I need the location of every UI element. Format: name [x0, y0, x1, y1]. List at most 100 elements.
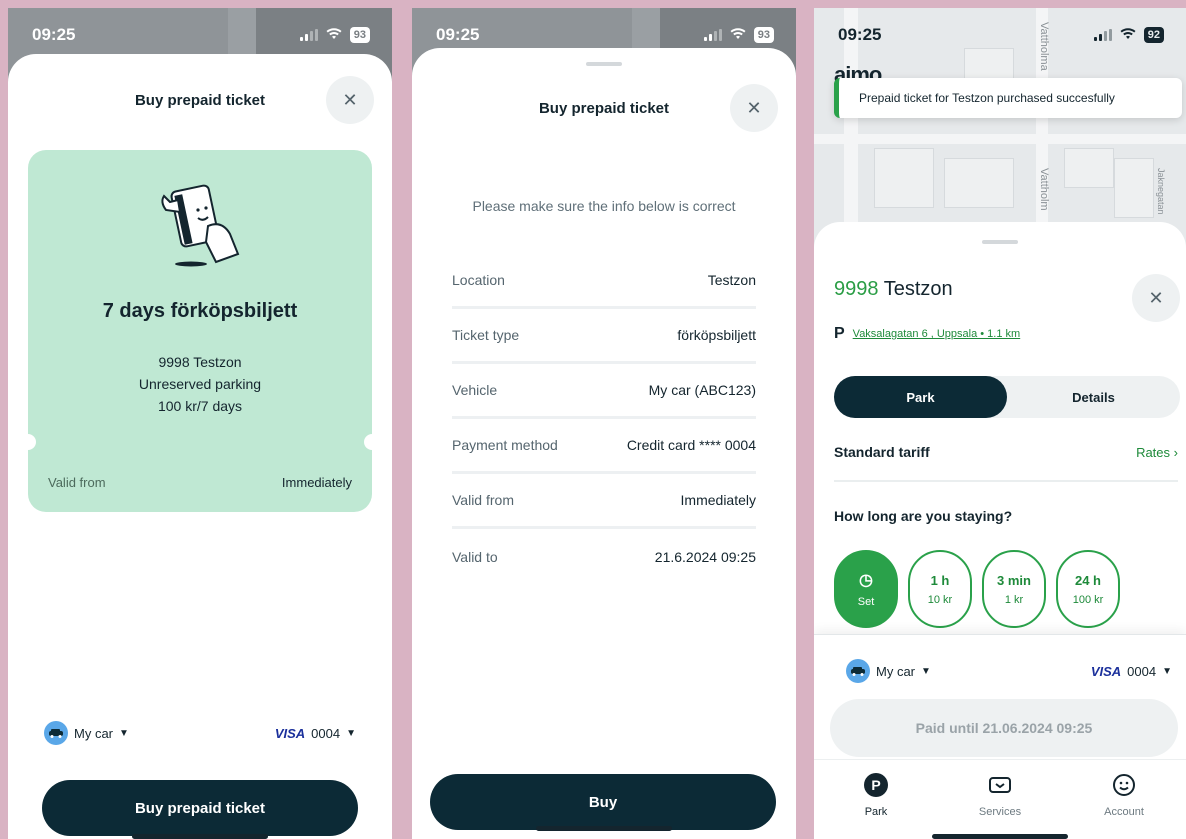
chevron-down-icon: ▼ — [921, 665, 931, 677]
summary-row-vehicle: Vehicle My car (ABC123) — [452, 364, 756, 419]
zone-title: 9998 Testzon — [834, 278, 953, 301]
row-value: My car (ABC123) — [648, 382, 756, 398]
summary-row-ticket-type: Ticket type förköpsbiljett — [452, 309, 756, 364]
battery-icon: 93 — [349, 27, 370, 43]
duration-time: 3 min — [997, 572, 1031, 588]
close-icon: ✕ — [1148, 287, 1164, 308]
duration-option[interactable]: 1 h 10 kr — [908, 550, 972, 628]
summary-row-valid-from: Valid from Immediately — [452, 474, 756, 529]
duration-price: 100 kr — [1072, 593, 1104, 606]
home-indicator — [932, 834, 1068, 839]
park-details-toggle: Park Details — [834, 376, 1180, 418]
screen-buy-prepaid: 09:25 93 Buy prepaid ticket ✕ 7 days för… — [8, 8, 392, 839]
summary-row-location: Location Testzon — [452, 254, 756, 309]
zone-sheet: 9998 Testzon ✕ P Vaksalagatan 6 , Uppsal… — [814, 222, 1186, 839]
wifi-icon — [730, 25, 746, 45]
ticket-summary: Location Testzon Ticket type förköpsbilj… — [452, 254, 756, 584]
battery-icon: 93 — [753, 27, 774, 43]
car-icon — [44, 721, 68, 745]
parking-icon: P — [863, 772, 889, 798]
vehicle-selector[interactable]: My car ▼ — [44, 721, 129, 745]
close-button[interactable]: ✕ — [1132, 274, 1180, 322]
payment-selector-row: My car ▼ VISA 0004 ▼ — [846, 659, 1172, 683]
zone-address: P Vaksalagatan 6 , Uppsala • 1.1 km — [834, 325, 1020, 343]
card-last4: 0004 — [311, 725, 341, 741]
nav-label: Park — [864, 805, 888, 818]
signal-icon — [703, 29, 722, 41]
vehicle-selector[interactable]: My car ▼ — [846, 659, 931, 683]
close-icon: ✕ — [342, 89, 358, 110]
row-label: Valid to — [452, 548, 498, 565]
visa-logo: VISA — [1090, 663, 1122, 679]
wifi-icon — [1120, 25, 1136, 45]
duration-option[interactable]: 24 h 100 kr — [1056, 550, 1120, 628]
close-button[interactable]: ✕ — [730, 84, 778, 132]
clock: 09:25 — [436, 25, 480, 44]
chevron-down-icon: ▼ — [1162, 665, 1172, 677]
chevron-right-icon: › — [1173, 444, 1178, 460]
row-value: 21.6.2024 09:25 — [654, 548, 756, 565]
screen-confirm-ticket: 09:25 93 Buy prepaid ticket ✕ Please mak… — [412, 8, 796, 839]
duration-price: Set — [857, 596, 875, 608]
status-bar: 09:25 93 — [32, 24, 370, 46]
buy-button[interactable]: Buy — [430, 774, 776, 830]
valid-from-value: Immediately — [281, 475, 352, 490]
row-label: Location — [452, 272, 505, 288]
tab-park[interactable]: Park — [834, 376, 1007, 418]
ticket-notch — [364, 434, 380, 450]
services-icon — [987, 772, 1013, 798]
success-toast: Prepaid ticket for Testzon purchased suc… — [834, 78, 1182, 118]
nav-account[interactable]: Account — [1062, 760, 1186, 829]
chevron-down-icon: ▼ — [346, 727, 356, 739]
nav-label: Services — [978, 805, 1022, 818]
duration-options: ◷ Set 1 h 10 kr 3 min 1 kr 24 h 100 kr — [834, 550, 1120, 628]
home-indicator — [132, 834, 268, 839]
visa-logo: VISA — [274, 725, 306, 741]
rates-label: Rates — [1136, 444, 1171, 460]
clock: 09:25 — [838, 25, 882, 44]
car-icon — [846, 659, 870, 683]
close-button[interactable]: ✕ — [326, 76, 374, 124]
sheet-grabber[interactable] — [982, 240, 1018, 244]
paid-until-button[interactable]: Paid until 21.06.2024 09:25 — [830, 699, 1178, 757]
nav-park[interactable]: P Park — [814, 760, 938, 829]
duration-time: 24 h — [1074, 572, 1101, 588]
row-label: Vehicle — [452, 382, 498, 398]
buy-prepaid-ticket-button[interactable]: Buy prepaid ticket — [42, 780, 358, 836]
duration-set-button[interactable]: ◷ Set — [834, 550, 898, 628]
tariff-name: Standard tariff — [834, 444, 930, 460]
row-label: Valid from — [452, 492, 514, 508]
ticket-type: Unreserved parking — [138, 376, 262, 392]
row-value: Testzon — [707, 272, 756, 288]
summary-row-payment: Payment method Credit card **** 0004 — [452, 419, 756, 474]
card-selector[interactable]: VISA 0004 ▼ — [275, 726, 356, 741]
confirm-note: Please make sure the info below is corre… — [472, 198, 736, 214]
hand-card-icon — [161, 184, 240, 267]
status-bar: 09:25 93 — [436, 24, 774, 46]
sheet-grabber[interactable] — [586, 62, 622, 66]
duration-option[interactable]: 3 min 1 kr — [982, 550, 1046, 628]
clock-icon: ◷ — [859, 572, 873, 589]
signal-icon — [1093, 29, 1112, 41]
checkout-panel: My car ▼ VISA 0004 ▼ Paid until 21.06.20… — [814, 634, 1186, 839]
valid-from-label: Valid from — [48, 475, 106, 490]
row-label: Ticket type — [452, 327, 520, 343]
ticket-card: 7 days förköpsbiljett 9998 Testzon Unres… — [20, 150, 380, 512]
payment-selector-row: My car ▼ VISA 0004 ▼ — [44, 721, 356, 745]
address-link[interactable]: Vaksalagatan 6 , Uppsala • 1.1 km — [853, 328, 1021, 340]
row-value: Credit card **** 0004 — [626, 437, 756, 453]
nav-services[interactable]: Services — [938, 760, 1062, 829]
bottom-nav: P Park Services Account — [814, 759, 1186, 829]
screen-park-zone: Vattholma Vattholm Jaknegatan 09:25 92 a… — [814, 8, 1186, 839]
tab-details[interactable]: Details — [1007, 376, 1180, 418]
zone-name: Testzon — [883, 278, 953, 300]
zone-number: 9998 — [834, 278, 879, 300]
ticket-validity: Valid from Immediately — [48, 475, 352, 490]
card-selector[interactable]: VISA 0004 ▼ — [1091, 664, 1172, 679]
row-value: förköpsbiljett — [677, 327, 756, 343]
tariff-row: Standard tariff Rates › — [834, 444, 1178, 460]
toast-message: Prepaid ticket for Testzon purchased suc… — [859, 91, 1115, 105]
rates-link[interactable]: Rates › — [1136, 445, 1178, 460]
card-last4: 0004 — [1127, 663, 1157, 679]
nav-label: Account — [1104, 805, 1144, 818]
